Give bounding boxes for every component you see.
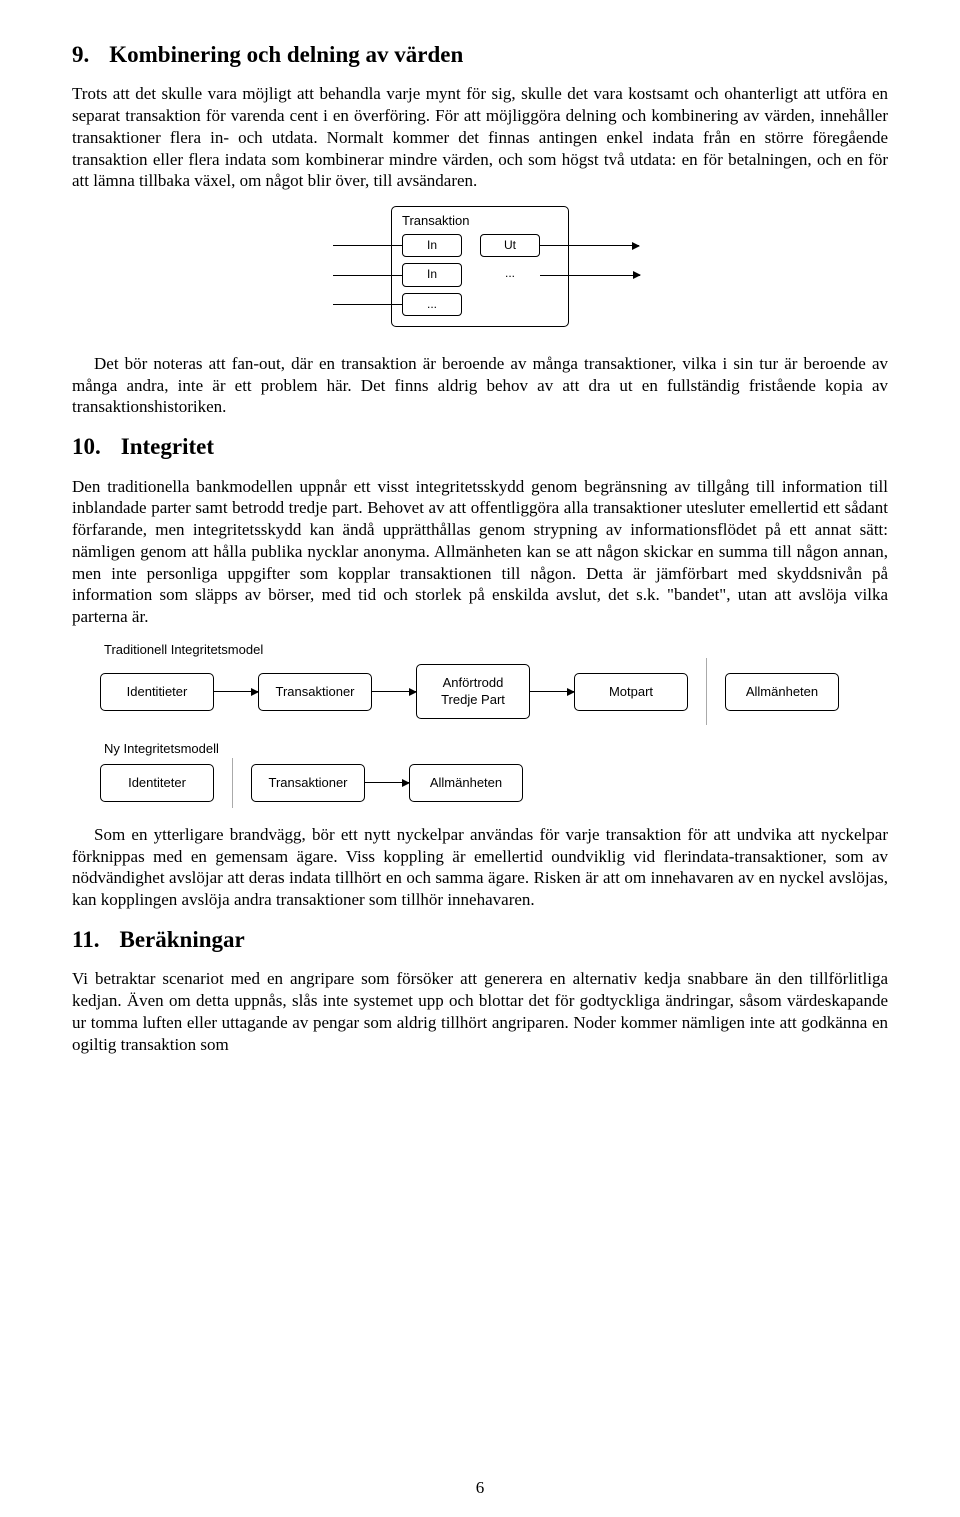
- section-9-title: Kombinering och delning av värden: [109, 42, 463, 67]
- separator: [232, 758, 233, 808]
- tx-input-2: In: [402, 263, 462, 286]
- new-identities-box: Identiteter: [100, 764, 214, 802]
- transaction-title: Transaktion: [402, 213, 558, 230]
- section-11-heading: 11. Beräkningar: [72, 925, 888, 954]
- transaction-diagram: Transaktion In Ut In ... ...: [72, 206, 888, 327]
- traditional-model-title: Traditionell Integritetsmodel: [104, 642, 888, 659]
- trad-trusted-box: Anförtrodd Tredje Part: [416, 664, 530, 719]
- section-10-heading: 10. Integritet: [72, 432, 888, 461]
- tx-input-dots: ...: [402, 293, 462, 316]
- trad-counterparty-box: Motpart: [574, 673, 688, 711]
- section-9-paragraph-1: Trots att det skulle vara möjligt att be…: [72, 83, 888, 192]
- arrow-icon: [365, 782, 409, 783]
- section-10-paragraph-2: Som en ytterligare brandvägg, bör ett ny…: [72, 824, 888, 911]
- section-10-paragraph-1: Den traditionella bankmodellen uppnår et…: [72, 476, 888, 628]
- tx-input-1: In: [402, 234, 462, 257]
- new-public-box: Allmänheten: [409, 764, 523, 802]
- section-11-paragraph-1: Vi betraktar scenariot med en angripare …: [72, 968, 888, 1055]
- section-10-title: Integritet: [121, 434, 214, 459]
- arrow-icon: [214, 691, 258, 692]
- section-11-title: Beräkningar: [119, 927, 244, 952]
- arrow-icon: [530, 691, 574, 692]
- tx-output-1: Ut: [480, 234, 540, 257]
- section-10-number: 10.: [72, 434, 101, 459]
- section-11-number: 11.: [72, 927, 99, 952]
- page-number: 6: [0, 1477, 960, 1499]
- arrow-icon: [372, 691, 416, 692]
- new-privacy-model: Ny Integritetsmodell Identiteter Transak…: [100, 741, 888, 802]
- transaction-box: Transaktion In Ut In ... ...: [391, 206, 569, 327]
- section-9-number: 9.: [72, 42, 89, 67]
- separator: [706, 658, 707, 725]
- new-transactions-box: Transaktioner: [251, 764, 365, 802]
- section-9-heading: 9. Kombinering och delning av värden: [72, 40, 888, 69]
- new-model-title: Ny Integritetsmodell: [104, 741, 888, 758]
- traditional-privacy-model: Traditionell Integritetsmodel Identitiet…: [100, 642, 888, 719]
- tx-output-dots: ...: [480, 263, 540, 286]
- section-9-paragraph-2: Det bör noteras att fan-out, där en tran…: [72, 353, 888, 418]
- trad-identities-box: Identitieter: [100, 673, 214, 711]
- trad-public-box: Allmänheten: [725, 673, 839, 711]
- trad-transactions-box: Transaktioner: [258, 673, 372, 711]
